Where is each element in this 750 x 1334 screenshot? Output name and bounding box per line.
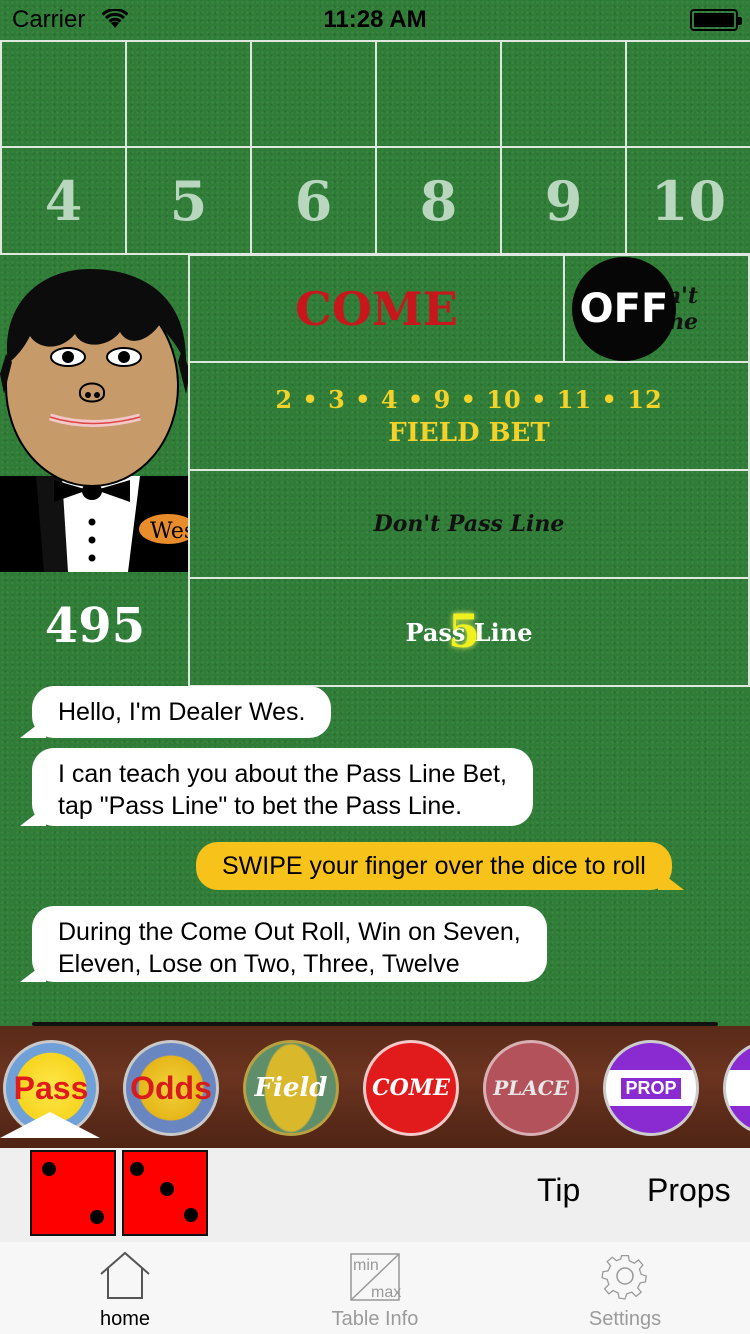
chip-label: COME [372,1075,450,1101]
place-odds-box-5[interactable] [125,40,252,148]
point-marker: 5 [448,604,481,658]
chip-prop-more[interactable]: P [723,1040,750,1136]
svg-text:min: min [353,1257,379,1274]
place-box-6[interactable]: 6 [250,146,377,255]
dont-pass-bet-area[interactable]: Don't Pass Line [188,469,750,579]
place-numbers-row: 4 5 6 8 9 10 [0,146,750,255]
tab-settings[interactable]: Settings [500,1242,750,1334]
place-box-9[interactable]: 9 [500,146,627,255]
die-right[interactable] [122,1150,208,1236]
clock: 11:28 AM [323,6,427,33]
place-box-8[interactable]: 8 [375,146,502,255]
place-number: 5 [169,168,208,233]
chat-message-line: During the Come Out Roll, Win on Seven, [58,918,521,946]
dealer-name-tag: Wes [150,519,190,544]
tab-label: home [99,1308,151,1330]
place-number: 8 [419,168,458,233]
status-bar: Carrier 11:28 AM [0,0,750,40]
place-odds-box-9[interactable] [500,40,627,148]
chat-message: Hello, I'm Dealer Wes. [58,698,306,726]
field-numbers: 2 • 3 • 4 • 9 • 10 • 11 • 12 [275,384,663,414]
battery-icon [690,9,742,31]
house-icon [100,1251,150,1299]
chip-prop[interactable]: PROP [603,1040,699,1136]
place-number: 9 [544,168,583,233]
off-puck: OFF [572,257,676,361]
chip-field[interactable]: Field [243,1040,339,1136]
chip-label: PLACE [493,1076,569,1100]
chat-bubble: I can teach you about the Pass Line Bet,… [20,748,533,826]
controls-bar: Tip Props [0,1148,750,1242]
place-box-4[interactable]: 4 [0,146,127,255]
place-odds-box-10[interactable] [625,40,750,148]
place-bet-odds-row [0,40,750,148]
chip-odds[interactable]: Odds [123,1040,219,1136]
dont-pass-label: Don't Pass Line [373,511,565,537]
chat-message-line: Eleven, Lose on Two, Three, Twelve [58,950,460,978]
chat-message-line: I can teach you about the Pass Line Bet, [58,760,507,788]
chat-bubble: Hello, I'm Dealer Wes. [19,686,332,738]
field-label: FIELD BET [388,417,550,448]
dealer-chat: Hello, I'm Dealer Wes. I can teach you a… [0,686,750,1026]
come-label: COME [295,281,458,336]
die-left[interactable] [30,1150,116,1236]
dealer-avatar: Wes [0,269,190,572]
tab-label: Settings [588,1308,662,1330]
tab-table-info[interactable]: min max Table Info [250,1242,500,1334]
min-max-icon: min max [350,1253,401,1301]
place-odds-box-8[interactable] [375,40,502,148]
tab-bar: home min max Table Info Settings [0,1242,750,1334]
chip-label: P [734,1077,747,1098]
svg-text:max: max [371,1284,401,1301]
chip-come[interactable]: COME [363,1040,459,1136]
chat-bubble-instruction: SWIPE your finger over the dice to roll [196,842,684,890]
chat-message: SWIPE your finger over the dice to roll [222,852,646,880]
chip-place[interactable]: PLACE [483,1040,579,1136]
place-odds-box-6[interactable] [250,40,377,148]
come-bet-area[interactable]: COME [188,254,565,363]
bankroll-amount: 495 [44,598,146,654]
chip-label: Pass [13,1069,89,1106]
chip-label: Field [254,1073,328,1103]
place-number: 10 [650,168,727,233]
chat-bubble: During the Come Out Roll, Win on Seven, … [20,906,547,982]
place-odds-box-4[interactable] [0,40,127,148]
field-bet-area[interactable]: 2 • 3 • 4 • 9 • 10 • 11 • 12 FIELD BET [188,361,750,471]
tab-label: Table Info [331,1308,419,1330]
place-number: 6 [294,168,333,233]
place-box-5[interactable]: 5 [125,146,252,255]
place-number: 4 [44,168,83,233]
chip-label: Odds [130,1069,212,1106]
chat-message-line: tap "Pass Line" to bet the Pass Line. [58,792,463,820]
tab-home[interactable]: home [0,1242,250,1334]
place-box-10[interactable]: 10 [625,146,750,255]
bet-chip-rail: Pass Odds Field COME PLACE PROP P [0,1026,750,1148]
selected-chip-indicator [0,1112,100,1138]
props-button[interactable]: Props [647,1172,731,1209]
chip-label: PROP [621,1077,681,1099]
gear-icon [601,1254,647,1300]
tip-button[interactable]: Tip [537,1172,580,1209]
